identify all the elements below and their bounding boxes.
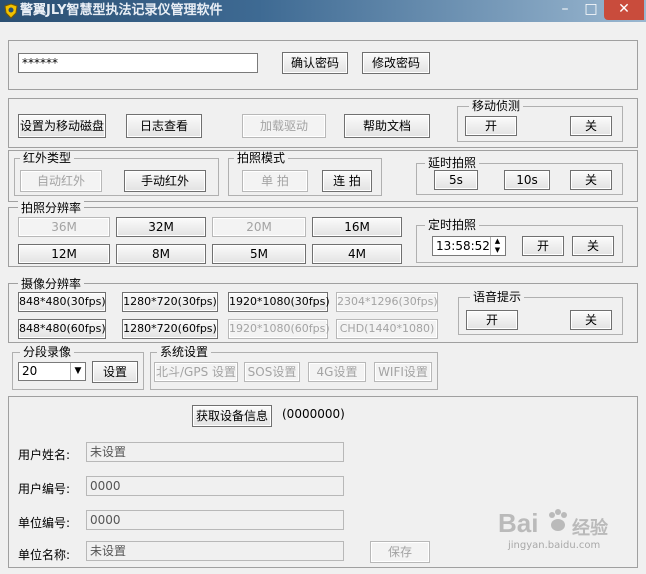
video-res-chd-button[interactable]: CHD(1440*1080)	[336, 319, 438, 339]
minimize-button[interactable]: –	[552, 0, 578, 20]
photo-res-12m-button[interactable]: 12M	[18, 244, 110, 264]
video-res-1920-30-button[interactable]: 1920*1080(30fps)	[228, 292, 330, 312]
device-code: (0000000)	[282, 407, 345, 421]
change-password-button[interactable]: 修改密码	[362, 52, 430, 74]
voice-prompt-label: 语音提示	[470, 290, 525, 304]
watermark-jingyan: 经验	[572, 518, 608, 539]
app-shield-icon	[3, 3, 19, 19]
wifi-settings-button[interactable]: WIFI设置	[374, 362, 432, 382]
unit-name-field[interactable]: 未设置	[86, 541, 344, 561]
motion-off-button[interactable]: 关	[570, 116, 612, 136]
user-id-label: 用户编号:	[18, 482, 71, 496]
time-spin-icon[interactable]: ▲ ▼	[490, 237, 504, 255]
photo-res-8m-button[interactable]: 8M	[116, 244, 206, 264]
close-button[interactable]: ✕	[604, 0, 644, 20]
delay-10s-button[interactable]: 10s	[504, 170, 550, 190]
voice-on-button[interactable]: 开	[466, 310, 518, 330]
photo-res-5m-button[interactable]: 5M	[212, 244, 306, 264]
confirm-password-button[interactable]: 确认密码	[282, 52, 348, 74]
photo-res-36m-button[interactable]: 36M	[18, 217, 110, 237]
timed-photo-label: 定时拍照	[425, 218, 480, 232]
log-view-button[interactable]: 日志查看	[126, 114, 202, 138]
photo-res-32m-button[interactable]: 32M	[116, 217, 206, 237]
delay-5s-button[interactable]: 5s	[434, 170, 478, 190]
watermark-url: jingyan.baidu.com	[508, 540, 601, 551]
4g-settings-button[interactable]: 4G设置	[308, 362, 366, 382]
video-res-848-60-button[interactable]: 848*480(60fps)	[18, 319, 106, 339]
segment-set-button[interactable]: 设置	[92, 361, 138, 383]
paw-icon	[546, 508, 570, 534]
maximize-button[interactable]: □	[578, 0, 604, 20]
password-input[interactable]: ******	[18, 53, 258, 73]
help-doc-button[interactable]: 帮助文档	[344, 114, 430, 138]
unit-id-field[interactable]: 0000	[86, 510, 344, 530]
single-shot-button[interactable]: 单 拍	[242, 170, 308, 192]
infrared-label: 红外类型	[20, 151, 75, 165]
save-button[interactable]: 保存	[370, 541, 430, 563]
load-driver-button[interactable]: 加载驱动	[242, 114, 326, 138]
photo-resolution-label: 拍照分辨率	[18, 201, 85, 215]
set-mobile-disk-button[interactable]: 设置为移动磁盘	[18, 114, 106, 138]
video-res-1280-60-button[interactable]: 1280*720(60fps)	[122, 319, 218, 339]
get-device-info-button[interactable]: 获取设备信息	[192, 405, 272, 427]
chevron-down-icon[interactable]: ▼	[70, 363, 85, 380]
video-res-2304-30-button[interactable]: 2304*1296(30fps)	[336, 292, 438, 312]
photo-res-20m-button[interactable]: 20M	[212, 217, 306, 237]
user-name-label: 用户姓名:	[18, 448, 71, 462]
video-res-1920-60-button[interactable]: 1920*1080(60fps)	[228, 319, 330, 339]
unit-name-label: 单位名称:	[18, 548, 71, 562]
motion-on-button[interactable]: 开	[465, 116, 517, 136]
user-id-field[interactable]: 0000	[86, 476, 344, 496]
voice-off-button[interactable]: 关	[570, 310, 612, 330]
manual-infrared-button[interactable]: 手动红外	[124, 170, 206, 192]
timed-photo-off-button[interactable]: 关	[572, 236, 614, 256]
motion-detect-label: 移动侦测	[469, 99, 524, 113]
photo-res-4m-button[interactable]: 4M	[312, 244, 402, 264]
unit-id-label: 单位编号:	[18, 516, 71, 530]
delay-off-button[interactable]: 关	[570, 170, 612, 190]
video-res-1280-30-button[interactable]: 1280*720(30fps)	[122, 292, 218, 312]
photo-res-16m-button[interactable]: 16M	[312, 217, 402, 237]
photo-mode-label: 拍照模式	[234, 151, 289, 165]
user-name-field[interactable]: 未设置	[86, 442, 344, 462]
video-res-848-30-button[interactable]: 848*480(30fps)	[18, 292, 106, 312]
gps-settings-button[interactable]: 北斗/GPS 设置	[154, 362, 238, 382]
segment-recording-label: 分段录像	[20, 345, 75, 359]
delay-photo-label: 延时拍照	[425, 156, 480, 170]
watermark-brand: Bai	[498, 508, 539, 538]
system-settings-label: 系统设置	[157, 345, 212, 359]
sos-settings-button[interactable]: SOS设置	[244, 362, 300, 382]
burst-shot-button[interactable]: 连 拍	[322, 170, 372, 192]
timed-photo-on-button[interactable]: 开	[522, 236, 564, 256]
video-resolution-label: 摄像分辨率	[18, 277, 85, 291]
window-title: 警翼JLY智慧型执法记录仪管理软件	[20, 3, 223, 18]
auto-infrared-button[interactable]: 自动红外	[20, 170, 102, 192]
